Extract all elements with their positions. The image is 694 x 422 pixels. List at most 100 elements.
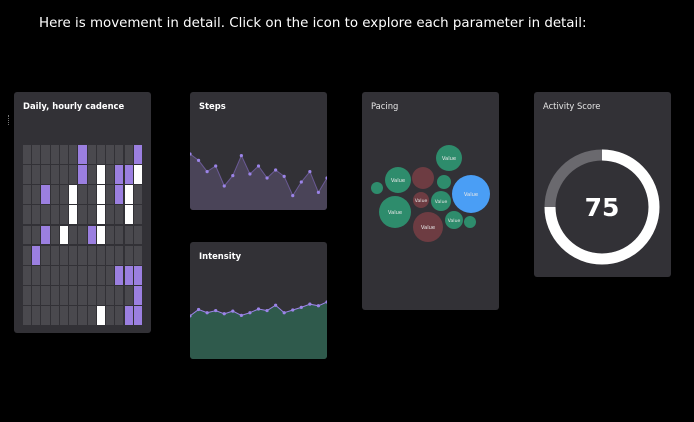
heatmap-cell — [96, 245, 105, 265]
heatmap-cell — [133, 165, 142, 185]
heatmap-cell — [59, 285, 69, 305]
heatmap-cell — [115, 225, 124, 245]
heatmap-cell — [87, 265, 96, 285]
chart-point — [282, 311, 286, 315]
heatmap-cell — [32, 285, 41, 305]
chart-point — [325, 176, 327, 180]
intensity-card[interactable]: Intensity — [190, 242, 327, 359]
chart-point — [291, 308, 295, 312]
heatmap-cell — [124, 165, 133, 185]
heatmap-cell — [69, 225, 78, 245]
pacing-bubble[interactable] — [371, 182, 383, 194]
heatmap-cell — [106, 205, 115, 225]
heatmap-cell — [133, 225, 142, 245]
heatmap-cell — [96, 165, 105, 185]
heatmap-cell — [50, 306, 59, 325]
heatmap-cell — [69, 185, 78, 205]
chart-point — [196, 158, 201, 162]
heatmap-cell — [124, 265, 133, 285]
chart-point — [299, 305, 303, 309]
chart-point — [256, 164, 261, 168]
heatmap-cell — [115, 185, 124, 205]
heatmap-cell — [32, 265, 41, 285]
heatmap-cell — [69, 165, 78, 185]
pacing-bubble-label: Value — [448, 218, 461, 224]
heatmap-cell — [50, 285, 59, 305]
heatmap-cell — [23, 306, 32, 325]
heatmap-cell — [124, 225, 133, 245]
heatmap-cell — [115, 145, 124, 164]
steps-card[interactable]: Steps — [190, 92, 327, 210]
heatmap-cell — [133, 145, 142, 164]
heatmap-cell — [41, 205, 50, 225]
heatmap-cell — [59, 306, 69, 325]
pacing-bubble[interactable] — [464, 216, 476, 228]
activity-score-ring: 75 — [544, 149, 660, 265]
heatmap-cell — [50, 225, 59, 245]
heatmap-cell — [106, 306, 115, 325]
heatmap-cell — [87, 165, 96, 185]
chart-area — [190, 154, 327, 210]
heatmap-cell — [50, 245, 59, 265]
heatmap-cell — [115, 245, 124, 265]
heatmap-cell — [115, 306, 124, 325]
heatmap-cell — [96, 285, 105, 305]
chart-point — [222, 184, 226, 188]
pacing-card[interactable]: Pacing Value Value Value Value Value Value Val… — [362, 92, 499, 310]
heatmap-cell — [96, 185, 105, 205]
heatmap-cell — [124, 245, 133, 265]
heatmap-cell — [133, 245, 142, 265]
heatmap-cell — [78, 185, 87, 205]
heatmap-cell — [59, 245, 69, 265]
heatmap-cell — [78, 225, 87, 245]
pacing-bubble-label: Value — [464, 192, 478, 198]
chart-point — [205, 170, 209, 174]
heatmap-cell — [115, 285, 124, 305]
chart-point — [316, 304, 321, 308]
heatmap-cell — [124, 285, 133, 305]
heatmap-cell — [78, 165, 87, 185]
activity-score-card[interactable]: Activity Score 75 — [534, 92, 671, 277]
chart-point — [256, 307, 261, 311]
heatmap-cell — [41, 265, 50, 285]
chart-point — [248, 311, 252, 315]
chart-point — [231, 309, 235, 313]
heatmap-cell — [87, 185, 96, 205]
pacing-bubble-label: Value — [415, 198, 428, 204]
heatmap-cell — [32, 165, 41, 185]
activity-score-value: 75 — [585, 193, 620, 222]
heatmap-cell — [106, 265, 115, 285]
intro-text: Here is movement in detail. Click on the… — [39, 16, 587, 31]
heatmap-cell — [87, 285, 96, 305]
chart-point — [222, 312, 226, 316]
pacing-bubble-label: Value — [388, 210, 402, 216]
heatmap-cell — [32, 205, 41, 225]
chart-point — [239, 154, 243, 158]
chart-point — [196, 307, 201, 312]
heatmap-cell — [115, 265, 124, 285]
heatmap-cell — [32, 145, 41, 164]
pacing-bubble[interactable] — [412, 167, 434, 189]
heatmap-cell — [59, 205, 69, 225]
heatmap-cell — [41, 306, 50, 325]
heatmap-cell — [23, 205, 32, 225]
heatmap-cell — [78, 306, 87, 325]
pacing-bubble-label: Value — [435, 199, 448, 205]
heatmap-cell — [96, 265, 105, 285]
heatmap-cell — [87, 306, 96, 325]
heatmap-cell — [115, 165, 124, 185]
heatmap-cell — [106, 285, 115, 305]
chart-point — [265, 308, 269, 313]
heatmap-cell — [69, 306, 78, 325]
heatmap-cell — [87, 205, 96, 225]
heatmap-cell — [41, 145, 50, 164]
chart-point — [231, 174, 235, 178]
chart-point — [316, 190, 321, 194]
chart-point — [308, 302, 312, 306]
pacing-bubble[interactable] — [437, 175, 451, 189]
pacing-bubble-label: Value — [391, 178, 405, 184]
heatmap-cell — [87, 145, 96, 164]
drag-handle-icon[interactable] — [8, 115, 12, 125]
heatmap-cell — [106, 165, 115, 185]
heatmap-cell — [41, 225, 50, 245]
